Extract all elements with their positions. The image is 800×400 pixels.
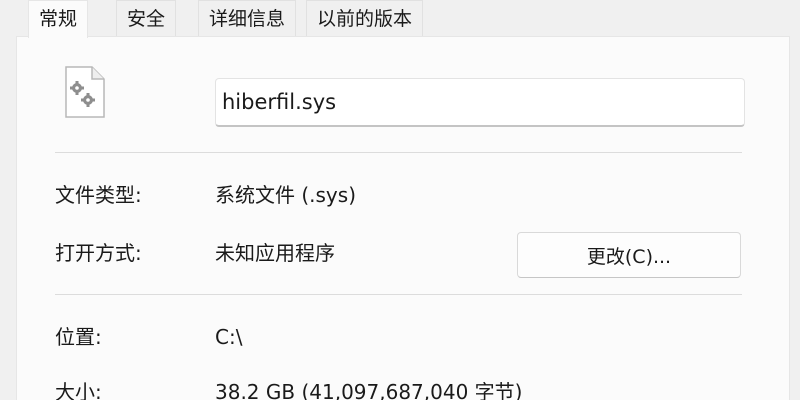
file-type-label: 文件类型: [55, 183, 142, 207]
file-properties-window: 常规 安全 详细信息 以前的版本 文件类型: 系统文件 (.sys) 打开方式:… [0, 0, 800, 400]
tab-general[interactable]: 常规 [28, 0, 89, 38]
location-value: C:\ [215, 325, 243, 349]
filename-input[interactable] [215, 78, 745, 127]
change-button[interactable]: 更改(C)... [517, 232, 741, 278]
file-type-value: 系统文件 (.sys) [215, 183, 356, 207]
tab-details[interactable]: 详细信息 [198, 0, 297, 36]
tab-previous-versions[interactable]: 以前的版本 [306, 0, 424, 36]
tab-bar: 常规 安全 详细信息 以前的版本 [0, 0, 800, 38]
open-with-value: 未知应用程序 [215, 241, 335, 265]
open-with-label: 打开方式: [55, 241, 142, 265]
location-label: 位置: [55, 325, 102, 349]
size-label: 大小: [55, 380, 102, 400]
divider [55, 294, 742, 295]
tab-security[interactable]: 安全 [116, 0, 177, 36]
size-value: 38.2 GB (41,097,687,040 字节) [215, 380, 523, 400]
divider [55, 152, 742, 153]
system-file-icon [64, 66, 106, 118]
